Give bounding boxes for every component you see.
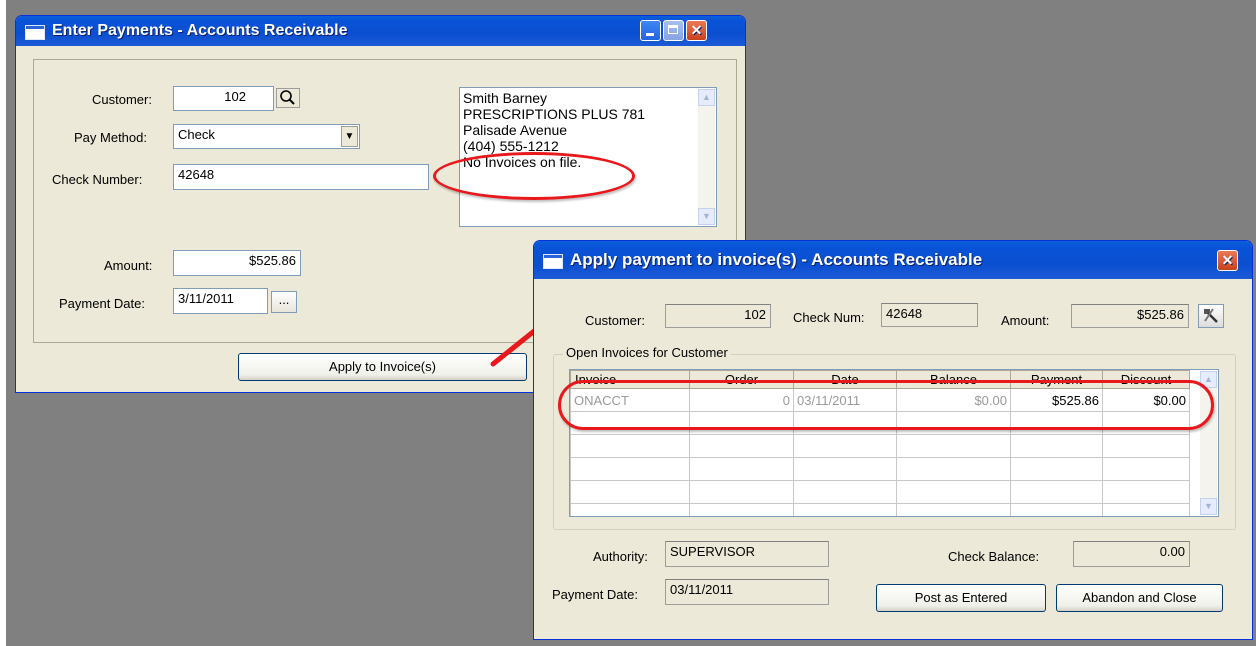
amount-label: Amount: bbox=[104, 258, 153, 273]
customer-label: Customer: bbox=[92, 92, 152, 107]
window-title: Enter Payments - Accounts Receivable bbox=[52, 22, 348, 39]
highlight-no-invoices bbox=[433, 152, 635, 200]
window-title: Apply payment to invoice(s) - Accounts R… bbox=[570, 250, 983, 269]
customer-search-button[interactable] bbox=[276, 88, 300, 108]
amount-label: Amount: bbox=[1001, 313, 1050, 328]
info-line: Smith Barney bbox=[463, 90, 548, 106]
pay-method-dropdown-button[interactable]: ▼ bbox=[341, 126, 358, 147]
table-row[interactable] bbox=[570, 434, 1190, 458]
payment-date-label: Payment Date: bbox=[59, 296, 145, 311]
title-bar[interactable]: Apply payment to invoice(s) - Accounts R… bbox=[534, 241, 1252, 279]
table-row[interactable] bbox=[570, 457, 1190, 481]
pay-method-label: Pay Method: bbox=[74, 130, 147, 145]
check-number-input[interactable]: 42648 bbox=[173, 164, 429, 190]
customer-field: 102 bbox=[665, 304, 771, 328]
maximize-button[interactable] bbox=[663, 20, 684, 41]
close-button[interactable]: ✕ bbox=[686, 20, 707, 41]
check-balance-label: Check Balance: bbox=[948, 549, 1040, 564]
dropdown-arrow-icon: ▼ bbox=[344, 131, 355, 142]
check-number-label: Check Number: bbox=[52, 172, 143, 187]
apply-to-invoices-button[interactable]: Apply to Invoice(s) bbox=[238, 353, 527, 381]
minimize-icon bbox=[646, 33, 654, 36]
window-icon bbox=[543, 254, 563, 269]
minimize-button[interactable] bbox=[640, 20, 661, 41]
pay-method-select[interactable]: Check bbox=[173, 124, 360, 149]
window-icon bbox=[25, 25, 45, 40]
tool-icon bbox=[1204, 308, 1218, 323]
search-icon bbox=[280, 90, 295, 105]
info-line: PRESCRIPTIONS PLUS 781 bbox=[463, 106, 646, 122]
close-icon: ✕ bbox=[1221, 252, 1234, 268]
amount-input[interactable]: $525.86 bbox=[173, 250, 301, 276]
check-balance-field: 0.00 bbox=[1073, 541, 1190, 567]
check-num-label: Check Num: bbox=[793, 310, 865, 325]
info-scrollbar[interactable]: ▲ ▼ bbox=[698, 89, 715, 225]
scroll-down-icon: ▼ bbox=[1204, 501, 1213, 511]
scroll-down-button[interactable]: ▼ bbox=[1200, 498, 1217, 515]
payment-date-field: 03/11/2011 bbox=[665, 579, 829, 605]
payment-date-label: Payment Date: bbox=[552, 587, 638, 602]
date-picker-button[interactable]: ... bbox=[271, 291, 297, 313]
scroll-down-icon: ▼ bbox=[702, 211, 711, 221]
title-bar[interactable]: Enter Payments - Accounts Receivable ✕ bbox=[16, 16, 745, 46]
amount-field: $525.86 bbox=[1071, 304, 1189, 328]
info-line: Palisade Avenue bbox=[463, 122, 568, 138]
payment-date-input[interactable]: 3/11/2011 bbox=[173, 288, 268, 314]
close-icon: ✕ bbox=[690, 22, 703, 38]
scroll-down-button[interactable]: ▼ bbox=[698, 208, 715, 225]
customer-label: Customer: bbox=[585, 313, 645, 328]
maximize-icon bbox=[668, 25, 678, 34]
scroll-up-button[interactable]: ▲ bbox=[698, 89, 715, 106]
scroll-up-icon: ▲ bbox=[702, 92, 711, 102]
table-row[interactable] bbox=[570, 503, 1190, 516]
scroll-up-icon: ▲ bbox=[1204, 374, 1213, 384]
authority-field: SUPERVISOR bbox=[665, 541, 829, 567]
group-title: Open Invoices for Customer bbox=[563, 345, 731, 361]
tool-button[interactable] bbox=[1198, 304, 1224, 328]
abandon-and-close-button[interactable]: Abandon and Close bbox=[1056, 584, 1223, 612]
apply-payment-window: Apply payment to invoice(s) - Accounts R… bbox=[533, 240, 1253, 640]
close-button[interactable]: ✕ bbox=[1217, 250, 1238, 271]
post-as-entered-button[interactable]: Post as Entered bbox=[876, 584, 1046, 612]
authority-label: Authority: bbox=[593, 549, 648, 564]
table-row[interactable] bbox=[570, 480, 1190, 504]
customer-input[interactable]: 102 bbox=[173, 86, 274, 111]
check-num-field: 42648 bbox=[881, 303, 978, 327]
highlight-invoice-row bbox=[558, 380, 1214, 430]
